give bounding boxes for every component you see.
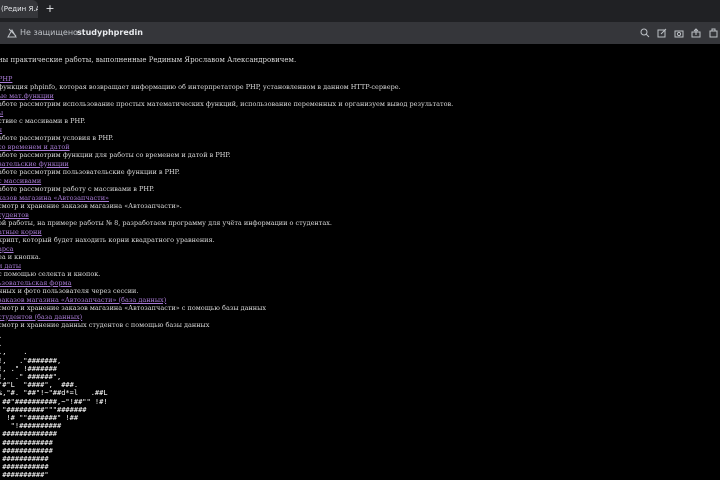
page-intro: ны практические работы, выполненные Реди…: [0, 56, 297, 64]
extension-icon[interactable]: [709, 28, 719, 38]
work-desc-12: с помощью селекта и кнопок.: [0, 270, 101, 278]
work-link-12[interactable]: и даты: [0, 262, 453, 271]
work-desc-8: смотр и хранение заказов магазина «Автоз…: [0, 202, 182, 210]
work-desc-7: аботе рассмотрим работу с массивами в PH…: [0, 185, 155, 193]
search-icon[interactable]: [640, 28, 650, 38]
work-link-1[interactable]: PHP: [0, 75, 453, 84]
new-tab-button[interactable]: +: [44, 3, 56, 15]
work-link-4[interactable]: я: [0, 126, 453, 135]
work-link-15[interactable]: студентов (база данных): [0, 313, 453, 322]
url-text[interactable]: studyphpredin: [77, 27, 143, 39]
share-icon[interactable]: [691, 28, 701, 38]
work-desc-5: аботе рассмотрим функции для работы со в…: [0, 151, 231, 159]
work-link-5[interactable]: со временем и датой: [0, 143, 453, 152]
work-desc-13: нных и фото пользователя через сессии.: [0, 287, 139, 295]
work-link-11[interactable]: арса: [0, 245, 453, 254]
security-label[interactable]: Не защищено: [20, 27, 78, 39]
work-link-10[interactable]: атные корни: [0, 228, 453, 237]
work-link-9[interactable]: тудентов: [0, 211, 453, 220]
work-desc-11: ea и кнопка.: [0, 253, 41, 261]
work-desc-15: смотр и хранение данных студентов с помо…: [0, 321, 210, 329]
work-desc-1: функция phpinfo, которая возвращает инфо…: [0, 83, 401, 91]
browser-tab[interactable]: (Редин Я.А.: [0, 0, 38, 18]
edit-icon[interactable]: [657, 28, 667, 38]
work-link-6[interactable]: вательские функции: [0, 160, 453, 169]
work-link-3[interactable]: ы: [0, 109, 453, 118]
work-link-7[interactable]: с массивами: [0, 177, 453, 186]
address-bar: Не защищено studyphpredin: [0, 22, 720, 44]
work-desc-9: ой работы, на примере работы № 8, разраб…: [0, 219, 332, 227]
work-desc-3: ствие с массивами в PHP.: [0, 117, 86, 125]
work-link-14[interactable]: заказов магазина «Автозапчасти» (база да…: [0, 296, 453, 305]
work-desc-10: крипт, который будет находить корни квад…: [0, 236, 215, 244]
works-list: ны практические работы, выполненные Реди…: [0, 56, 453, 330]
ascii-art: . . ., . !, ."#######, !, ." !####### !,…: [0, 332, 108, 480]
work-desc-14: смотр и хранение заказов магазина «Автоз…: [0, 304, 266, 312]
work-desc-4: аботе рассмотрим условия в PHP.: [0, 134, 114, 142]
camera-icon[interactable]: [674, 28, 684, 38]
work-desc-2: аботе рассмотрим использование простых м…: [0, 100, 454, 108]
tab-bar: (Редин Я.А. +: [0, 0, 720, 22]
work-link-2[interactable]: ые мат.функции: [0, 92, 453, 101]
work-link-8[interactable]: казов магазина «Автозапчасти»: [0, 194, 453, 203]
page-content: ны практические работы, выполненные Реди…: [0, 44, 720, 480]
not-secure-icon[interactable]: [7, 28, 17, 38]
work-desc-6: аботе рассмотрим пользовательские функци…: [0, 168, 180, 176]
work-link-13[interactable]: ьзовательская форма: [0, 279, 453, 288]
